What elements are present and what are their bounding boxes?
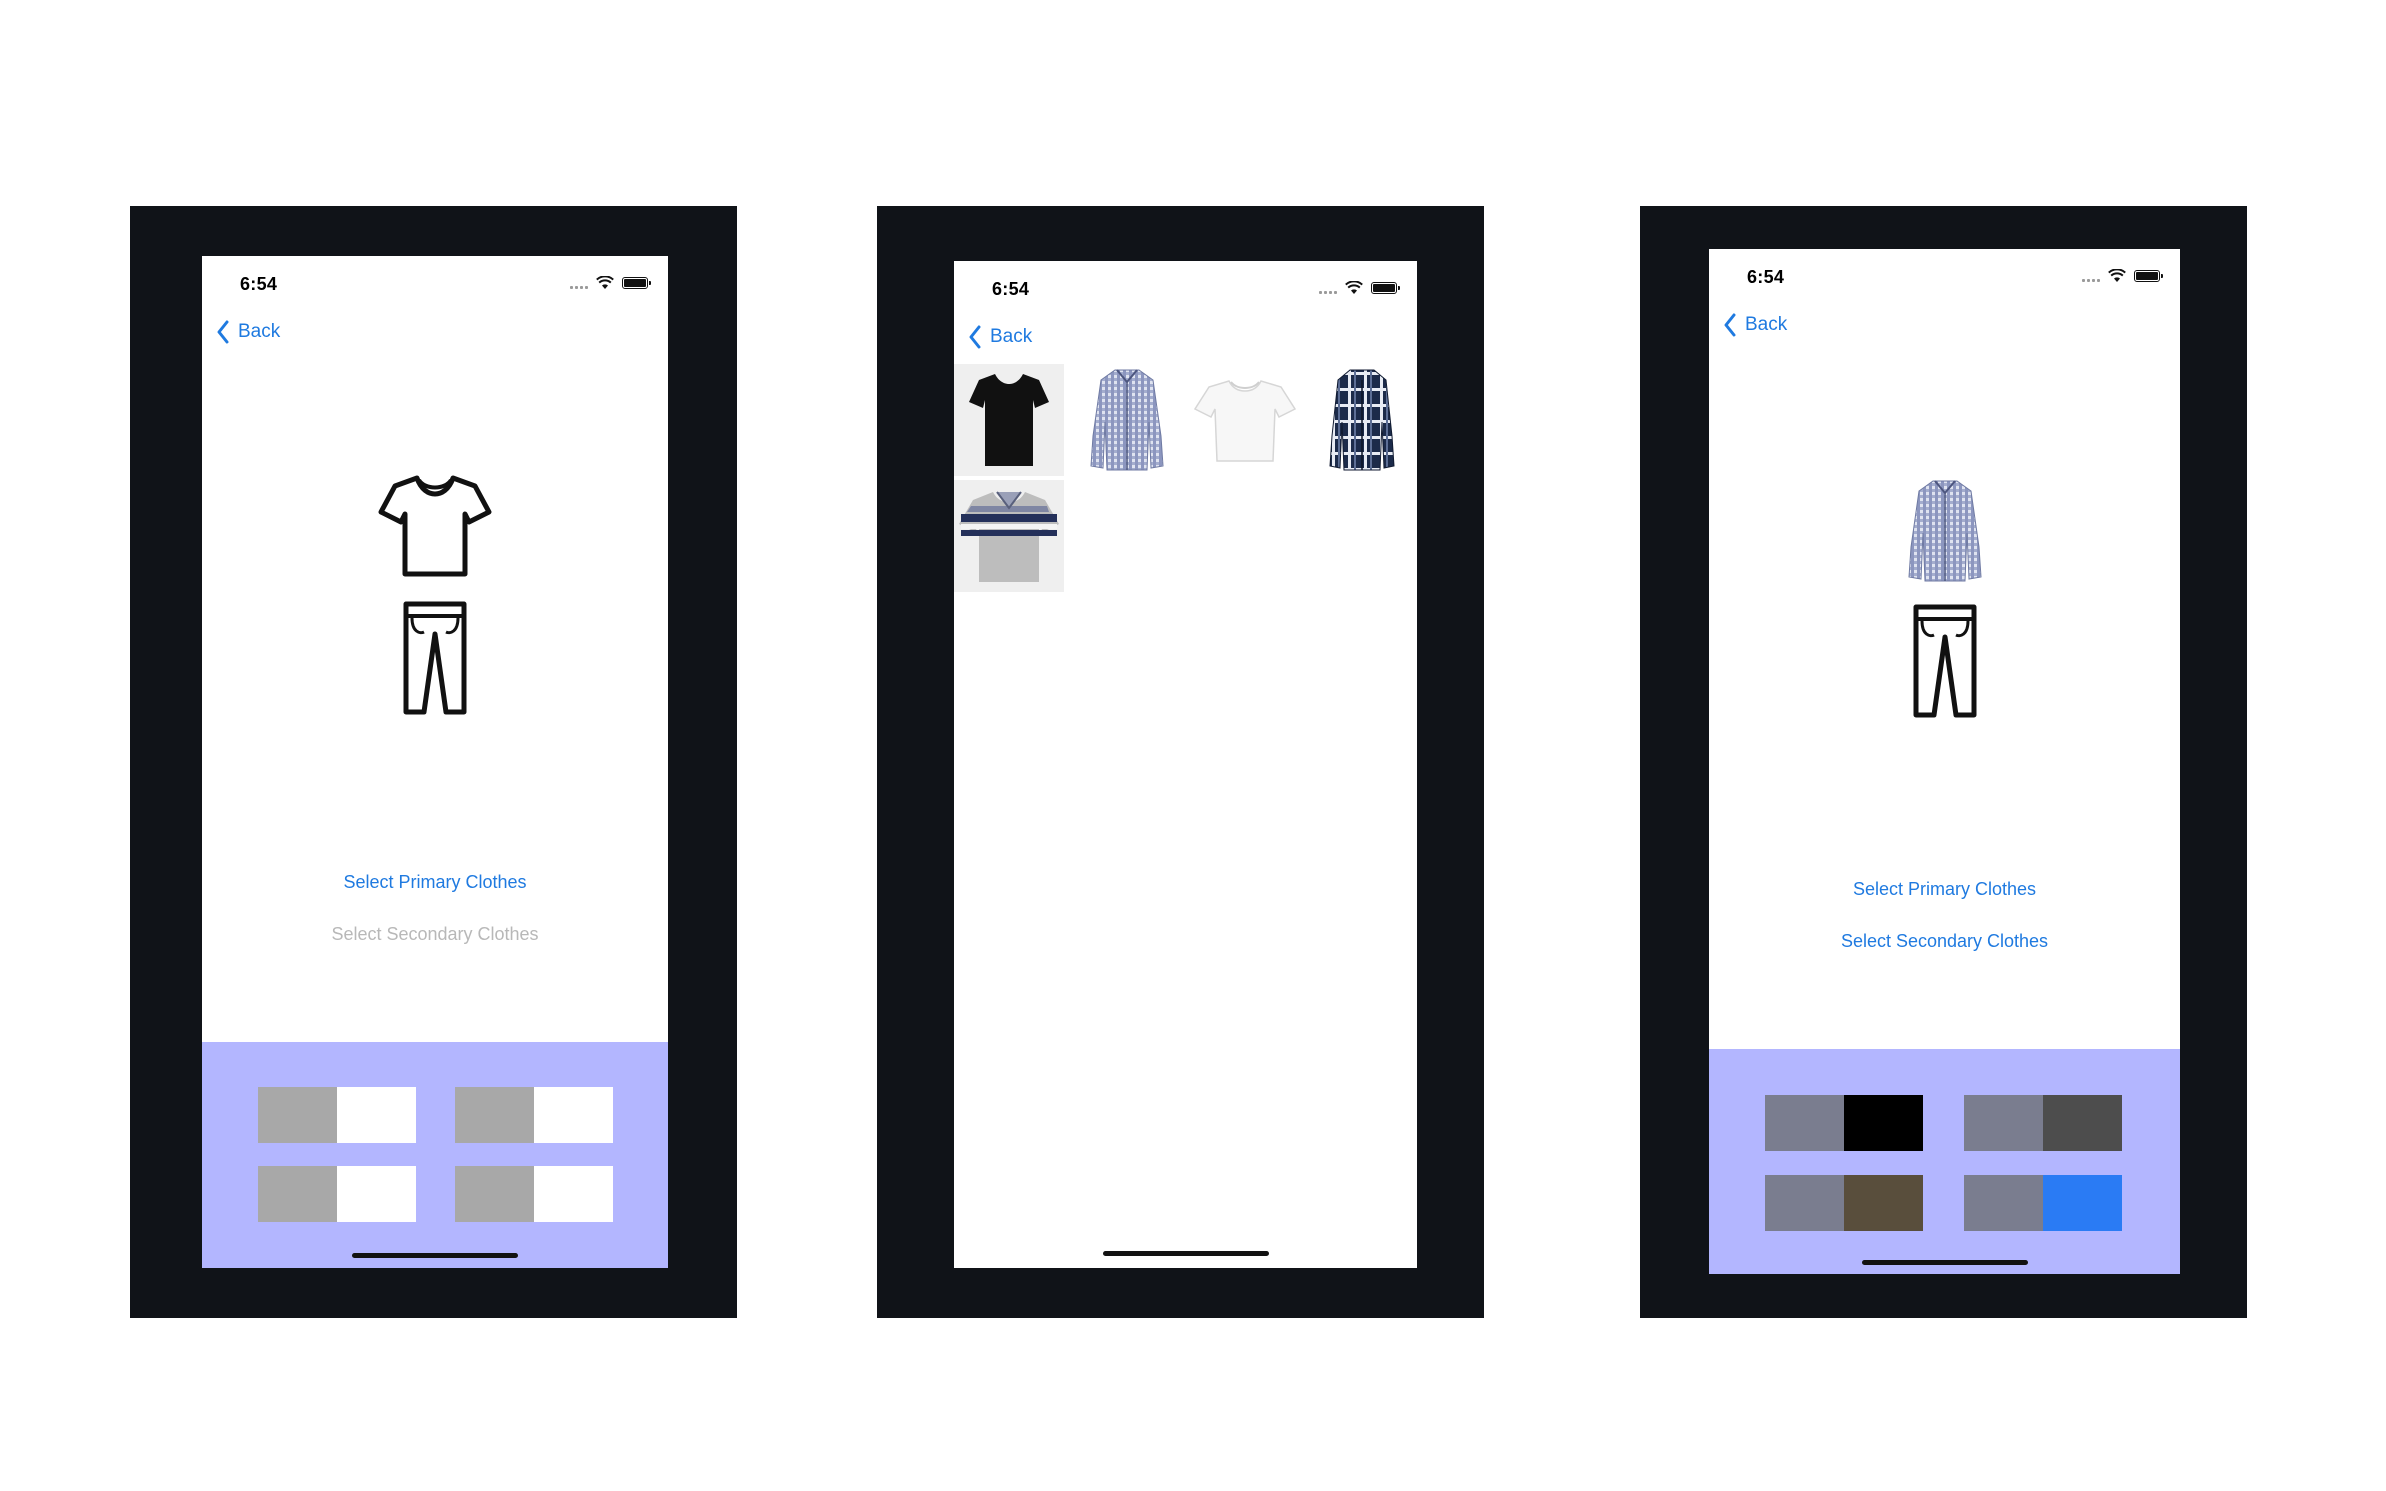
status-icons	[570, 276, 651, 290]
status-bar: 6:54	[954, 261, 1417, 319]
plaid-flannel-image	[1329, 369, 1395, 471]
swatch-secondary	[534, 1087, 613, 1143]
cellular-signal-icon	[570, 277, 588, 289]
palette-option-3[interactable]	[258, 1166, 416, 1222]
wifi-icon	[1345, 281, 1363, 294]
wifi-icon	[596, 276, 614, 289]
swatch-secondary	[337, 1166, 416, 1222]
status-icons	[2082, 269, 2163, 283]
swatch-primary	[258, 1166, 337, 1222]
pants-outline-icon[interactable]	[400, 600, 470, 716]
device-frame-3: 6:54 Back Select Primary Clothes Select …	[1640, 206, 2247, 1318]
palette-option-4[interactable]	[1964, 1175, 2122, 1231]
home-indicator[interactable]	[1861, 1260, 2028, 1265]
back-button[interactable]: Back	[968, 325, 1032, 349]
swatch-secondary	[534, 1166, 613, 1222]
select-secondary-clothes-button[interactable]: Select Secondary Clothes	[202, 924, 668, 945]
color-palette-panel	[202, 1042, 668, 1268]
color-palette-panel	[1709, 1049, 2180, 1274]
palette-option-1[interactable]	[1765, 1095, 1923, 1151]
battery-icon	[2134, 270, 2163, 282]
battery-icon	[622, 277, 651, 289]
back-label: Back	[990, 326, 1033, 347]
cellular-signal-icon	[1319, 282, 1337, 294]
device-frame-1: 6:54 Back Select Primary Clothes Select …	[130, 206, 737, 1318]
clothes-item-plaid-flannel[interactable]	[1307, 364, 1417, 476]
palette-option-1[interactable]	[258, 1087, 416, 1143]
swatch-secondary	[2043, 1175, 2122, 1231]
white-tshirt-image	[1193, 380, 1297, 462]
pants-outline-icon[interactable]	[1910, 603, 1980, 719]
black-tshirt-image	[969, 374, 1049, 466]
chevron-left-icon	[217, 320, 229, 344]
swatch-primary	[1964, 1175, 2043, 1231]
status-bar: 6:54	[202, 256, 668, 314]
status-bar: 6:54	[1709, 249, 2180, 307]
swatch-primary	[1765, 1175, 1844, 1231]
swatch-primary	[455, 1087, 534, 1143]
home-indicator[interactable]	[352, 1253, 518, 1258]
chevron-left-icon	[1724, 313, 1736, 337]
palette-option-4[interactable]	[455, 1166, 613, 1222]
swatch-primary	[1765, 1095, 1844, 1151]
status-time: 6:54	[1747, 267, 1785, 287]
select-primary-clothes-button[interactable]: Select Primary Clothes	[1709, 879, 2180, 900]
home-indicator[interactable]	[1102, 1251, 1269, 1256]
device-frame-2: 6:54 Back	[877, 206, 1484, 1318]
gingham-shirt-image	[1090, 369, 1164, 471]
status-time: 6:54	[992, 279, 1030, 299]
swatch-primary	[455, 1166, 534, 1222]
tshirt-outline-icon[interactable]	[377, 474, 493, 578]
swatch-secondary	[1844, 1175, 1923, 1231]
gingham-shirt-image[interactable]	[1905, 477, 1985, 585]
select-primary-clothes-button[interactable]: Select Primary Clothes	[202, 872, 668, 893]
palette-option-2[interactable]	[455, 1087, 613, 1143]
swatch-secondary	[337, 1087, 416, 1143]
chevron-left-icon	[969, 325, 981, 349]
swatch-primary	[258, 1087, 337, 1143]
back-label: Back	[1745, 314, 1788, 335]
swatch-secondary	[2043, 1095, 2122, 1151]
battery-icon	[1371, 282, 1400, 294]
back-button[interactable]: Back	[216, 320, 280, 344]
back-button[interactable]: Back	[1723, 313, 1787, 337]
palette-option-3[interactable]	[1765, 1175, 1923, 1231]
outfit-preview	[1905, 477, 1985, 719]
swatch-primary	[1964, 1095, 2043, 1151]
clothes-item-white-tshirt[interactable]	[1190, 364, 1300, 476]
palette-option-2[interactable]	[1964, 1095, 2122, 1151]
outfit-builder-screen-empty: 6:54 Back Select Primary Clothes Select …	[202, 256, 668, 1268]
striped-polo-image	[959, 491, 1059, 582]
clothes-item-gingham-shirt[interactable]	[1072, 364, 1182, 476]
wifi-icon	[2108, 269, 2126, 282]
select-secondary-clothes-button[interactable]: Select Secondary Clothes	[1709, 931, 2180, 952]
swatch-secondary	[1844, 1095, 1923, 1151]
status-icons	[1319, 281, 1400, 295]
cellular-signal-icon	[2082, 270, 2100, 282]
clothes-item-black-tshirt[interactable]	[954, 364, 1064, 476]
clothes-item-striped-polo[interactable]	[954, 480, 1064, 592]
outfit-preview	[377, 474, 493, 716]
status-time: 6:54	[240, 274, 278, 294]
back-label: Back	[238, 321, 281, 342]
clothes-picker-screen: 6:54 Back	[954, 261, 1417, 1268]
outfit-builder-screen-selected: 6:54 Back Select Primary Clothes Select …	[1709, 249, 2180, 1274]
